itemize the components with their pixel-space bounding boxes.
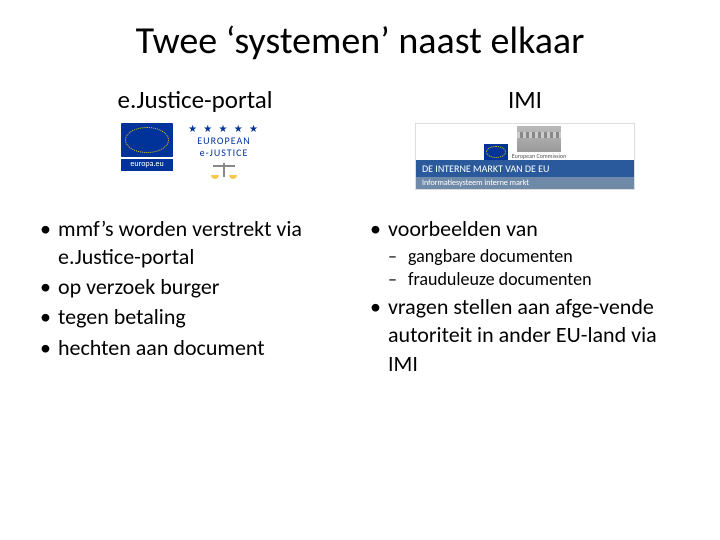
list-item: op verzoek burger xyxy=(40,273,350,301)
ejustice-text-line2: e-JUSTICE xyxy=(200,147,249,159)
left-logos: europa.eu ★ ★ ★ ★ ★ EUROPEAN e-JUSTICE xyxy=(40,123,350,193)
list-item: mmf’s worden verstrekt via e.Justice-por… xyxy=(40,215,350,271)
ec-commission-label: European Commission xyxy=(512,152,566,160)
list-item: tegen betaling xyxy=(40,303,350,331)
sub-list-item: frauduleuze documenten xyxy=(388,268,680,291)
right-column: IMI European Commission DE INTERNE MARKT… xyxy=(370,84,680,380)
imi-banner: European Commission DE INTERNE MARKT VAN… xyxy=(415,123,635,190)
europa-logo: europa.eu xyxy=(121,123,173,171)
ec-header: European Commission xyxy=(416,124,634,160)
imi-sub-text: Informatiesysteem interne markt xyxy=(416,177,634,189)
left-column: e.Justice-portal europa.eu ★ ★ ★ ★ ★ EUR… xyxy=(40,84,350,380)
slide: Twee ‘systemen’ naast elkaar e.Justice-p… xyxy=(0,0,720,540)
eu-flag-icon xyxy=(121,123,173,157)
sub-list-item: gangbare documenten xyxy=(388,245,680,268)
scales-icon xyxy=(211,161,237,179)
right-heading: IMI xyxy=(370,84,680,115)
list-item: hechten aan document xyxy=(40,334,350,362)
ec-building-icon xyxy=(517,126,561,152)
list-item: voorbeelden van gangbare documenten frau… xyxy=(370,215,680,291)
right-bullet-list: voorbeelden van gangbare documenten frau… xyxy=(370,215,680,378)
eu-flag-small-icon xyxy=(484,144,508,160)
europa-label: europa.eu xyxy=(121,159,173,171)
right-logos: European Commission DE INTERNE MARKT VAN… xyxy=(370,123,680,193)
list-item: vragen stellen aan afge-vende autoriteit… xyxy=(370,293,680,377)
slide-title: Twee ‘systemen’ naast elkaar xyxy=(40,18,680,64)
ejustice-logo: ★ ★ ★ ★ ★ EUROPEAN e-JUSTICE xyxy=(179,123,269,179)
imi-bar-text: DE INTERNE MARKT VAN DE EU xyxy=(416,160,634,177)
sub-bullet-list: gangbare documenten frauduleuze document… xyxy=(388,245,680,291)
left-heading: e.Justice-portal xyxy=(40,84,350,115)
left-bullet-list: mmf’s worden verstrekt via e.Justice-por… xyxy=(40,215,350,362)
list-item-text: voorbeelden van xyxy=(388,215,538,242)
two-column-layout: e.Justice-portal europa.eu ★ ★ ★ ★ ★ EUR… xyxy=(40,84,680,380)
